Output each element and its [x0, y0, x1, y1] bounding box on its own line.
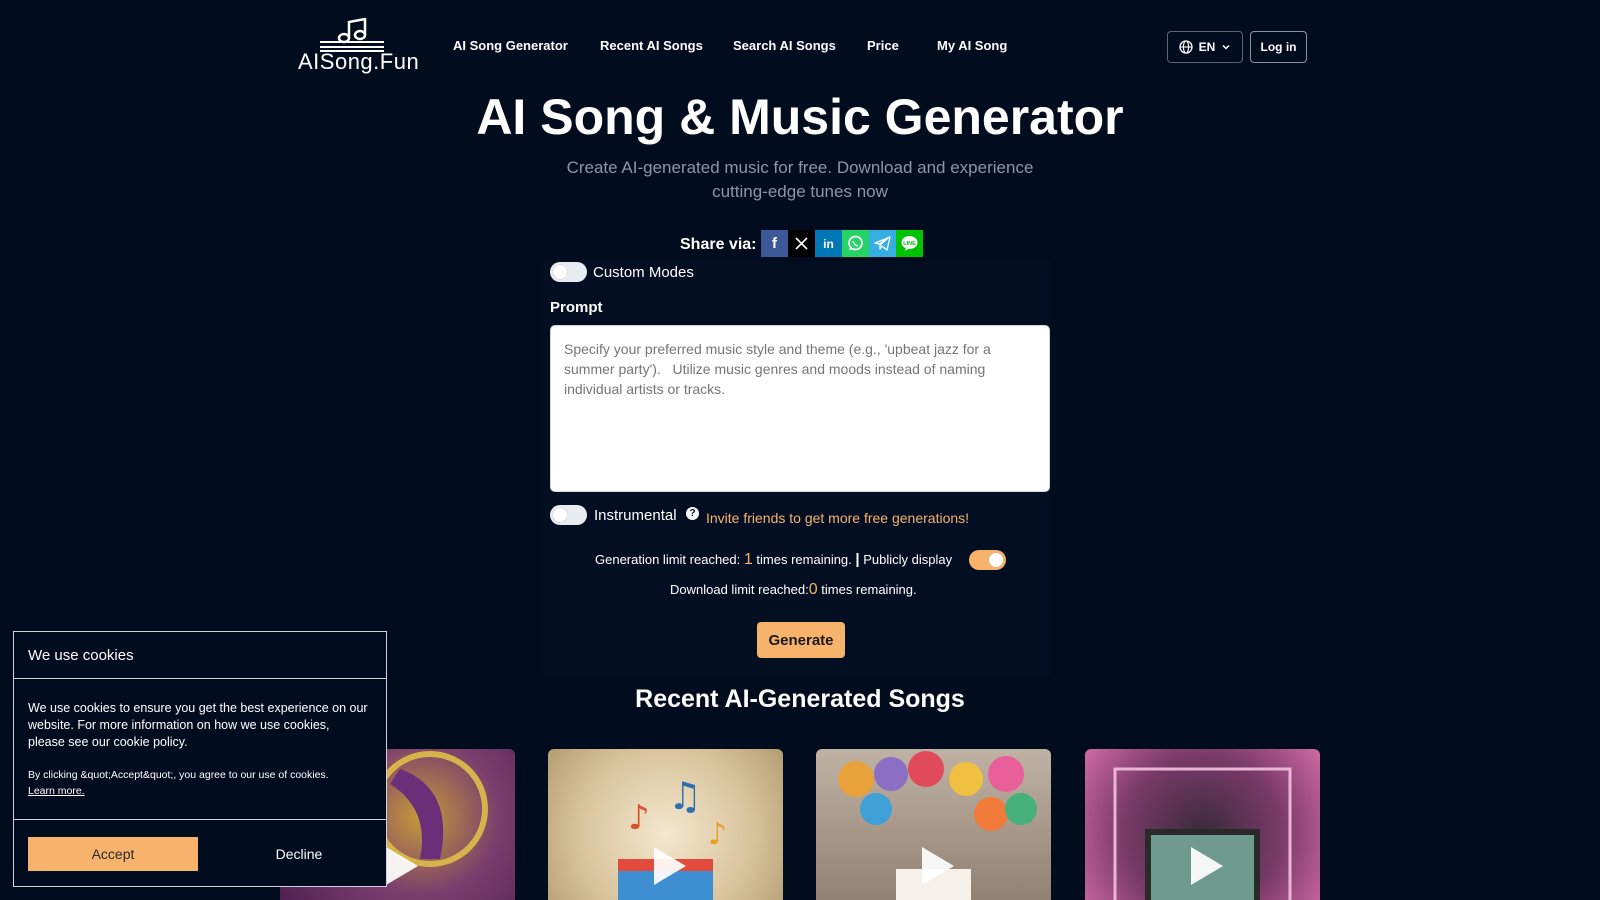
- download-limit-text: Download limit reached:0 times remaining…: [670, 581, 917, 599]
- site-logo[interactable]: AISong.Fun: [298, 18, 419, 76]
- learn-more-link[interactable]: Learn more.: [28, 785, 85, 797]
- generation-remaining-count: 1: [743, 551, 753, 568]
- share-x-button[interactable]: [788, 230, 815, 257]
- divider: [14, 819, 386, 820]
- generation-limit-prefix: Generation limit reached:: [595, 552, 741, 567]
- toggle-knob: [553, 508, 567, 522]
- generate-button[interactable]: Generate: [757, 622, 845, 658]
- telegram-icon: [874, 236, 891, 251]
- song-card[interactable]: [1085, 749, 1320, 900]
- chevron-down-icon: [1222, 44, 1230, 50]
- language-selector[interactable]: EN: [1167, 31, 1243, 63]
- nav-my-ai-song[interactable]: My AI Song: [937, 38, 1007, 53]
- page-title: AI Song & Music Generator: [476, 89, 1124, 145]
- play-icon[interactable]: [1190, 847, 1223, 885]
- cookie-body-text: We use cookies to ensure you get the bes…: [28, 701, 368, 749]
- globe-icon: [1179, 40, 1193, 54]
- nav-price[interactable]: Price: [867, 38, 899, 53]
- nav-search-ai-songs[interactable]: Search AI Songs: [733, 38, 836, 53]
- x-icon: [795, 237, 808, 250]
- instrumental-label: Instrumental: [594, 507, 677, 524]
- site-header: AISong.Fun AI Song Generator Recent AI S…: [0, 0, 1600, 92]
- generation-limit-suffix: times remaining.: [756, 552, 852, 567]
- divider: [14, 678, 386, 679]
- generation-limit-text: Generation limit reached: 1 times remain…: [595, 551, 952, 569]
- download-limit-suffix: times remaining.: [821, 582, 917, 597]
- svg-text:♪: ♪: [708, 817, 727, 852]
- nav-ai-song-generator[interactable]: AI Song Generator: [453, 38, 568, 53]
- song-card[interactable]: ♪ ♫ ♪: [548, 749, 783, 900]
- share-whatsapp-button[interactable]: [842, 230, 869, 257]
- whatsapp-icon: [848, 235, 863, 251]
- play-icon[interactable]: [385, 847, 418, 885]
- prompt-input[interactable]: [550, 325, 1050, 492]
- download-remaining-count: 0: [808, 581, 818, 598]
- custom-modes-toggle[interactable]: [550, 262, 587, 282]
- instrumental-toggle[interactable]: [550, 505, 587, 525]
- custom-modes-label: Custom Modes: [593, 264, 694, 281]
- public-display-toggle[interactable]: [969, 550, 1006, 570]
- play-icon[interactable]: [653, 847, 686, 885]
- share-facebook-button[interactable]: f: [761, 230, 788, 257]
- toggle-knob: [553, 265, 567, 279]
- cookie-title: We use cookies: [28, 647, 134, 664]
- music-note-logo-icon: [320, 18, 384, 52]
- svg-text:♪: ♪: [628, 798, 650, 838]
- page-subtitle: Create AI-generated music for free. Down…: [566, 158, 1034, 201]
- decline-cookies-button[interactable]: Decline: [214, 837, 384, 871]
- cookie-banner: We use cookies We use cookies to ensure …: [13, 631, 387, 887]
- help-icon[interactable]: ?: [686, 507, 699, 520]
- nav-recent-ai-songs[interactable]: Recent AI Songs: [600, 38, 703, 53]
- share-telegram-button[interactable]: [869, 230, 896, 257]
- svg-text:LINE: LINE: [903, 241, 916, 247]
- linkedin-icon: in: [823, 236, 834, 251]
- language-label: EN: [1198, 40, 1216, 54]
- public-display-label: Publicly display: [863, 552, 953, 567]
- login-button[interactable]: Log in: [1250, 31, 1307, 63]
- cookie-consent-text: By clicking &quot;Accept&quot;, you agre…: [28, 767, 373, 799]
- logo-text: AISong.Fun: [298, 49, 420, 74]
- song-card[interactable]: [816, 749, 1051, 900]
- accept-cookies-button[interactable]: Accept: [28, 837, 198, 871]
- cookie-consent-sentence: By clicking &quot;Accept&quot;, you agre…: [28, 769, 329, 781]
- share-label: Share via:: [680, 236, 757, 253]
- share-line-button[interactable]: LINE: [896, 230, 923, 257]
- facebook-icon: f: [772, 235, 777, 252]
- svg-text:♫: ♫: [668, 774, 702, 818]
- play-icon[interactable]: [921, 847, 954, 885]
- invite-friends-link[interactable]: Invite friends to get more free generati…: [706, 510, 969, 526]
- line-icon: LINE: [901, 236, 918, 251]
- share-linkedin-button[interactable]: in: [815, 230, 842, 257]
- separator: |: [855, 551, 860, 568]
- prompt-label: Prompt: [550, 299, 603, 316]
- download-limit-prefix: Download limit reached:: [670, 582, 809, 597]
- toggle-knob: [989, 553, 1003, 567]
